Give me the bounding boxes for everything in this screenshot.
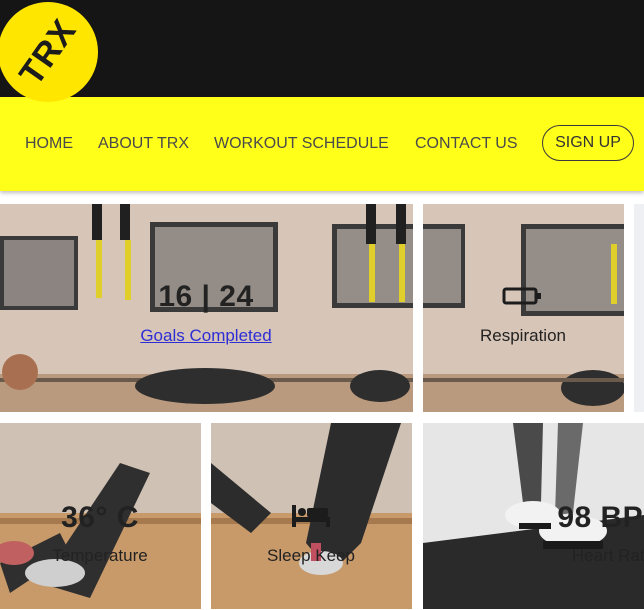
respiration-tile: Respiration [423, 204, 624, 412]
sleep-label: Sleep Keep [267, 546, 355, 565]
signup-button[interactable]: SIGN UP [542, 125, 634, 161]
heart-value: 98 BPM [557, 501, 644, 534]
battery-icon [502, 287, 541, 305]
nav-contact[interactable]: CONTACT US [415, 135, 518, 153]
trx-logo[interactable]: TRX [0, 2, 98, 102]
goals-tile: 16 | 24 Goals Completed [0, 204, 413, 412]
temperature-value: 36° C [61, 501, 139, 534]
nav-schedule[interactable]: WORKOUT SCHEDULE [214, 135, 389, 153]
logo-text: TRX [11, 11, 84, 92]
nav-home[interactable]: HOME [25, 135, 73, 153]
respiration-label: Respiration [480, 326, 566, 345]
bed-icon [292, 505, 330, 527]
temperature-tile: 36° C Temperature [0, 423, 201, 609]
tile-edge [634, 204, 644, 412]
gym-photo [423, 204, 624, 412]
nav-about[interactable]: ABOUT TRX [98, 135, 189, 153]
goals-value: 16 | 24 [158, 280, 254, 313]
goals-link[interactable]: Goals Completed [140, 326, 271, 346]
heart-label: Heart Rate [571, 546, 644, 565]
heart-tile: 98 BPM Heart Rate [423, 423, 644, 609]
temperature-label: Temperature [52, 546, 148, 565]
sleep-tile: Sleep Keep [211, 423, 412, 609]
